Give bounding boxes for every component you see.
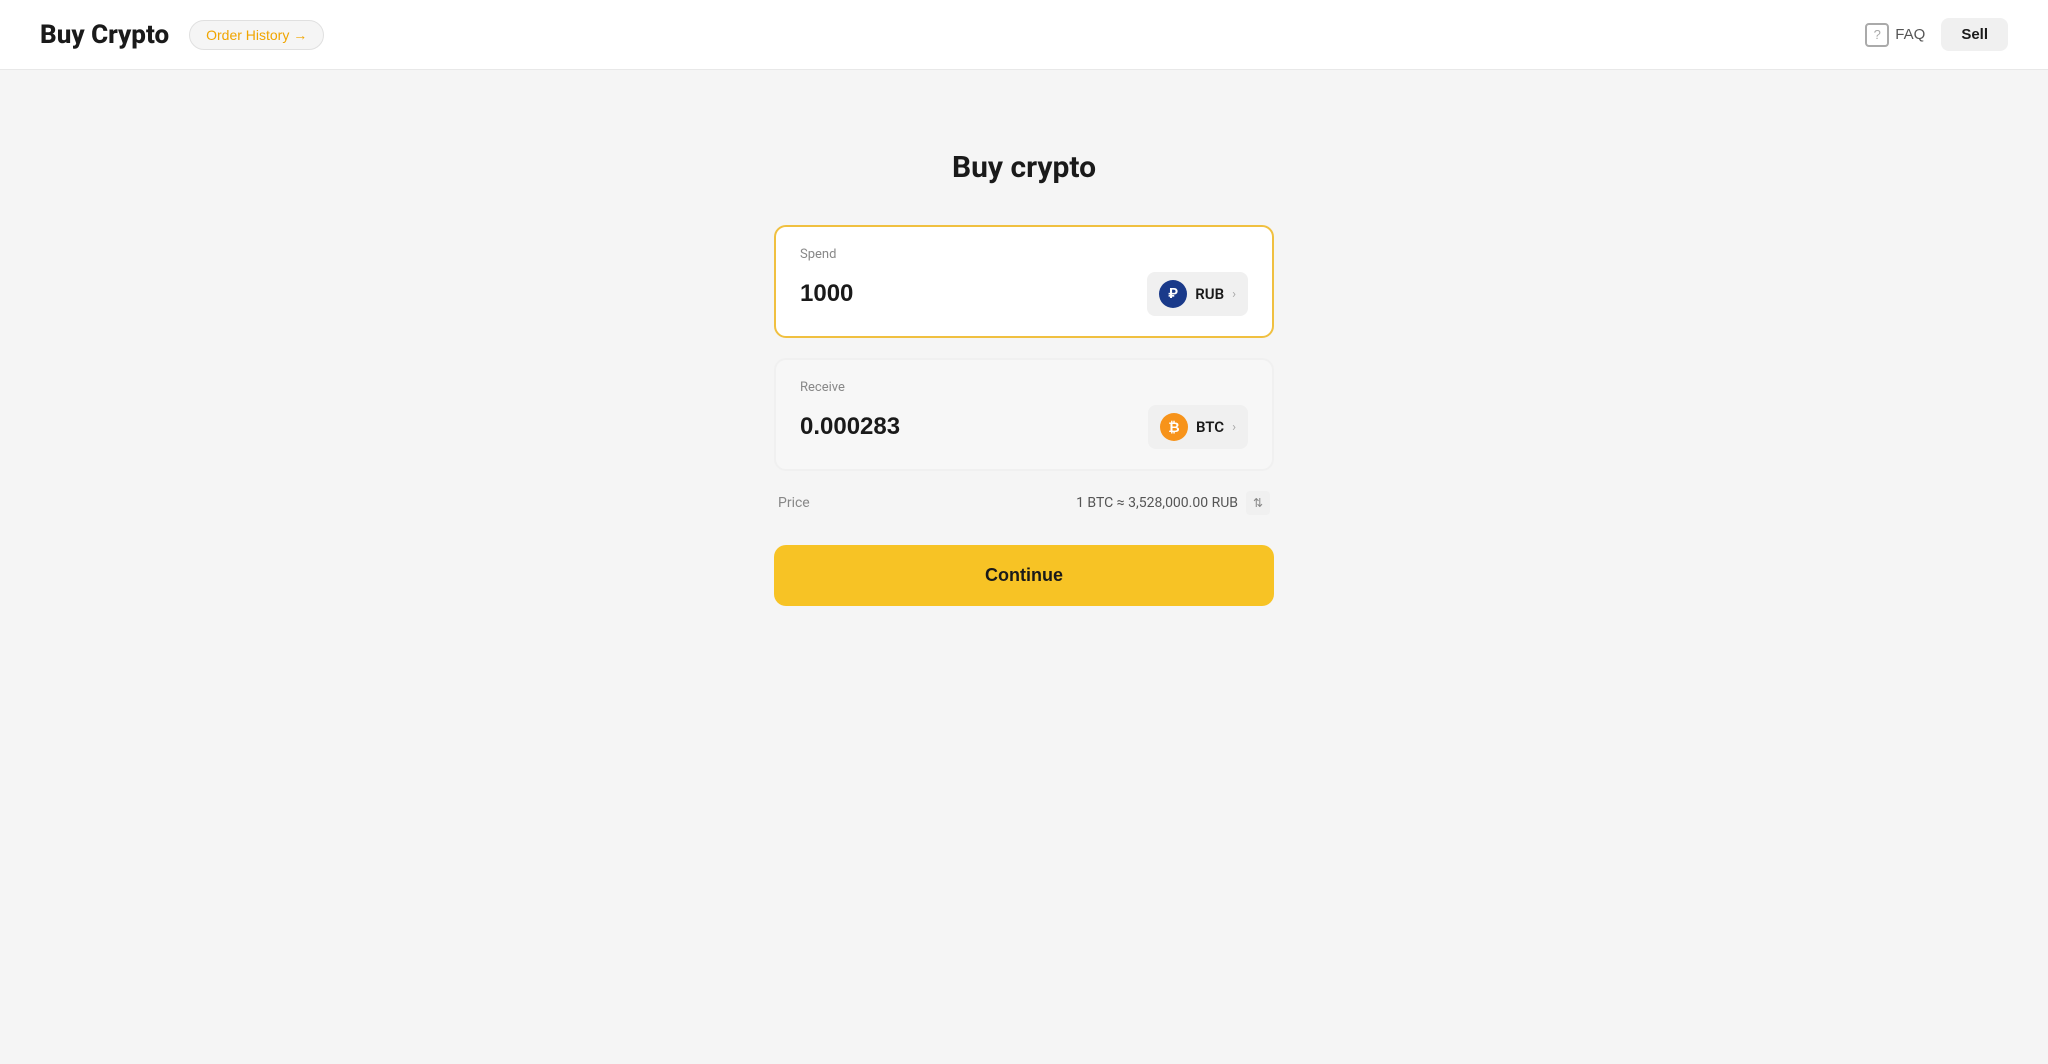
- spend-currency-selector[interactable]: ₽ RUB ›: [1147, 272, 1248, 316]
- rub-icon: ₽: [1159, 280, 1187, 308]
- order-history-label: Order History →: [206, 27, 307, 43]
- continue-button[interactable]: Continue: [774, 545, 1274, 606]
- faq-label: FAQ: [1895, 26, 1925, 43]
- form-container: Spend ₽ RUB › Receive ₿: [774, 225, 1274, 606]
- order-history-button[interactable]: Order History →: [189, 20, 324, 50]
- sell-label: Sell: [1961, 26, 1988, 43]
- btc-icon: ₿: [1160, 413, 1188, 441]
- page-title: Buy Crypto: [40, 20, 169, 50]
- buy-crypto-heading: Buy crypto: [952, 150, 1096, 185]
- receive-amount-input[interactable]: [800, 413, 1069, 441]
- faq-icon: ?: [1865, 23, 1889, 47]
- header-left: Buy Crypto Order History →: [40, 20, 324, 50]
- spend-chevron-icon: ›: [1232, 287, 1236, 302]
- sell-button[interactable]: Sell: [1941, 18, 2008, 51]
- rub-symbol: ₽: [1168, 286, 1178, 302]
- price-value: 1 BTC ≈ 3,528,000.00 RUB: [1076, 495, 1238, 511]
- receive-currency-code: BTC: [1196, 418, 1224, 436]
- continue-label: Continue: [985, 565, 1063, 585]
- spend-card: Spend ₽ RUB ›: [774, 225, 1274, 338]
- spend-currency-code: RUB: [1195, 285, 1224, 303]
- receive-currency-selector[interactable]: ₿ BTC ›: [1148, 405, 1248, 449]
- price-value-row: 1 BTC ≈ 3,528,000.00 RUB ⇅: [1076, 491, 1270, 515]
- spend-label: Spend: [800, 247, 1248, 262]
- spend-input-row: ₽ RUB ›: [800, 272, 1248, 316]
- main-content: Buy crypto Spend ₽ RUB › Receive: [0, 70, 2048, 606]
- receive-label: Receive: [800, 380, 1248, 395]
- header-right: ? FAQ Sell: [1865, 18, 2008, 51]
- receive-input-row: ₿ BTC ›: [800, 405, 1248, 449]
- spend-amount-input[interactable]: [800, 280, 1069, 308]
- price-label: Price: [778, 495, 810, 511]
- price-row: Price 1 BTC ≈ 3,528,000.00 RUB ⇅: [774, 491, 1274, 515]
- receive-chevron-icon: ›: [1232, 420, 1236, 435]
- faq-button[interactable]: ? FAQ: [1865, 23, 1925, 47]
- btc-symbol: ₿: [1168, 419, 1179, 436]
- receive-card: Receive ₿ BTC ›: [774, 358, 1274, 471]
- swap-icon[interactable]: ⇅: [1246, 491, 1270, 515]
- header: Buy Crypto Order History → ? FAQ Sell: [0, 0, 2048, 70]
